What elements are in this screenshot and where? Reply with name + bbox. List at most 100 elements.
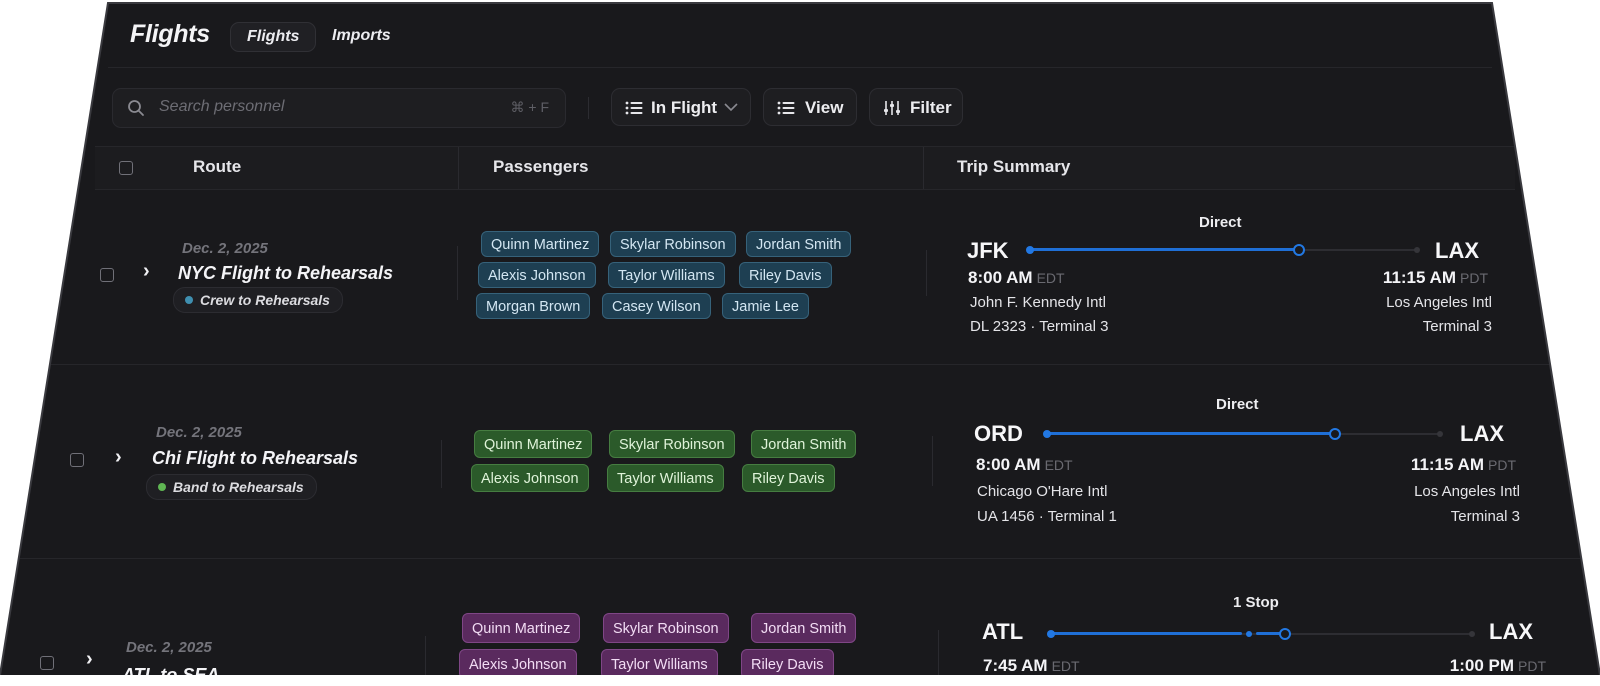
passenger-chip[interactable]: Quinn Martinez (474, 430, 593, 458)
departure-time: 8:00 AM EDT (968, 268, 1065, 287)
column-divider (926, 250, 927, 296)
origin-flight-detail: UA 1456 · Terminal 1 (977, 508, 1117, 525)
column-header-trip-summary[interactable]: Trip Summary (957, 157, 1070, 177)
passenger-chip[interactable]: Jordan Smith (746, 231, 852, 257)
column-divider (923, 147, 924, 189)
tag-dot (185, 296, 193, 304)
column-header-passengers[interactable]: Passengers (493, 157, 588, 177)
select-all-checkbox[interactable] (119, 161, 133, 175)
view-label: View (805, 98, 844, 117)
passenger-chip[interactable]: Taylor Williams (608, 262, 725, 288)
app-title: Flights (130, 20, 210, 48)
view-button[interactable]: View (763, 88, 857, 126)
passenger-chip[interactable]: Jordan Smith (751, 613, 857, 643)
row-date: Dec. 2, 2025 (126, 639, 212, 656)
origin-dot (1043, 430, 1051, 438)
route-title[interactable]: ATL to SEA (122, 665, 219, 675)
arrival-time: 11:15 AM PDT (1382, 268, 1488, 287)
tab-imports[interactable]: Imports (316, 22, 407, 50)
status-filter-dropdown[interactable]: In Flight (611, 88, 751, 126)
passenger-chip[interactable]: Alexis Johnson (471, 464, 589, 492)
destination-dot (1469, 631, 1475, 637)
passenger-chip[interactable]: Quinn Martinez (481, 231, 600, 257)
table-header: Route Passengers Trip Summary (95, 146, 1515, 190)
layover-dot (1246, 631, 1252, 637)
sliders-icon (884, 101, 900, 115)
passenger-chip[interactable]: Skylar Robinson (603, 613, 729, 643)
row-divider (20, 558, 1580, 559)
origin-flight-detail: DL 2323 · Terminal 3 (970, 318, 1109, 335)
toolbar-divider (588, 97, 589, 119)
stops-label: Direct (1199, 214, 1242, 231)
passenger-chip[interactable]: Alexis Johnson (478, 262, 596, 288)
origin-airport: John F. Kennedy Intl (970, 294, 1106, 311)
passenger-chip[interactable]: Morgan Brown (476, 293, 591, 319)
route-tag: Band to Rehearsals (146, 474, 317, 500)
stops-label: Direct (1216, 396, 1259, 413)
passenger-chip[interactable]: Skylar Robinson (610, 231, 736, 257)
passenger-chip[interactable]: Quinn Martinez (462, 613, 581, 643)
expand-chevron-icon[interactable]: › (86, 648, 93, 671)
departure-time: 8:00 AM EDT (976, 455, 1073, 474)
list-icon (777, 101, 795, 115)
expand-chevron-icon[interactable]: › (115, 446, 122, 469)
arrival-time: 11:15 AM PDT (1410, 455, 1516, 474)
expand-chevron-icon[interactable]: › (143, 260, 150, 283)
passenger-chip[interactable]: Jordan Smith (751, 430, 857, 458)
stops-label: 1 Stop (1233, 594, 1279, 611)
destination-code: LAX (1435, 238, 1479, 263)
column-divider (425, 636, 426, 675)
route-tag-label: Band to Rehearsals (173, 479, 304, 495)
route-title[interactable]: Chi Flight to Rehearsals (152, 448, 358, 469)
departure-time: 7:45 AM EDT (983, 656, 1080, 675)
column-divider (458, 147, 459, 189)
passenger-chip[interactable]: Taylor Williams (607, 464, 724, 492)
tab-flights[interactable]: Flights (230, 22, 317, 52)
chevron-down-icon (724, 103, 738, 112)
origin-airport: Chicago O'Hare Intl (977, 483, 1108, 500)
origin-code: ORD (974, 421, 1023, 446)
destination-terminal: Terminal 3 (1450, 508, 1520, 525)
app-window: Flights Flights Imports Search personnel… (0, 3, 1600, 675)
search-shortcut: ⌘ + F (510, 99, 549, 115)
row-checkbox[interactable] (70, 453, 84, 467)
destination-code: LAX (1489, 619, 1533, 644)
column-header-route[interactable]: Route (193, 157, 241, 177)
passenger-chip[interactable]: Riley Davis (742, 464, 835, 492)
flight-progress (1048, 432, 1334, 435)
destination-dot (1414, 247, 1420, 253)
destination-dot (1437, 431, 1443, 437)
list-icon (625, 101, 643, 115)
destination-airport: Los Angeles Intl (1414, 483, 1520, 500)
row-date: Dec. 2, 2025 (156, 424, 242, 441)
route-tag-label: Crew to Rehearsals (200, 292, 330, 308)
column-divider (932, 436, 933, 486)
search-icon (128, 100, 144, 116)
row-date: Dec. 2, 2025 (182, 240, 268, 257)
flight-progress (1052, 632, 1242, 635)
passenger-chip[interactable]: Casey Wilson (602, 293, 711, 319)
filter-button[interactable]: Filter (869, 88, 963, 126)
destination-airport: Los Angeles Intl (1386, 294, 1492, 311)
arrival-time: 1:00 PM PDT (1449, 656, 1546, 675)
search-placeholder: Search personnel (159, 98, 285, 115)
plane-position-marker (1279, 628, 1291, 640)
destination-terminal: Terminal 3 (1422, 318, 1492, 335)
origin-dot (1026, 246, 1034, 254)
passenger-chip[interactable]: Jamie Lee (722, 293, 809, 319)
row-checkbox[interactable] (100, 268, 114, 282)
app-header: Flights Flights Imports (108, 3, 1492, 68)
route-title[interactable]: NYC Flight to Rehearsals (178, 263, 393, 284)
origin-code: ATL (982, 619, 1024, 644)
row-divider (50, 364, 1555, 365)
row-checkbox[interactable] (40, 656, 54, 670)
route-tag: Crew to Rehearsals (173, 287, 343, 313)
passenger-chip[interactable]: Riley Davis (739, 262, 832, 288)
column-divider (457, 246, 458, 300)
search-input[interactable]: Search personnel ⌘ + F (112, 88, 566, 128)
origin-code: JFK (967, 238, 1009, 263)
passenger-chip[interactable]: Skylar Robinson (609, 430, 735, 458)
origin-dot (1047, 630, 1055, 638)
flight-progress (1030, 248, 1298, 251)
plane-position-marker (1293, 244, 1305, 256)
